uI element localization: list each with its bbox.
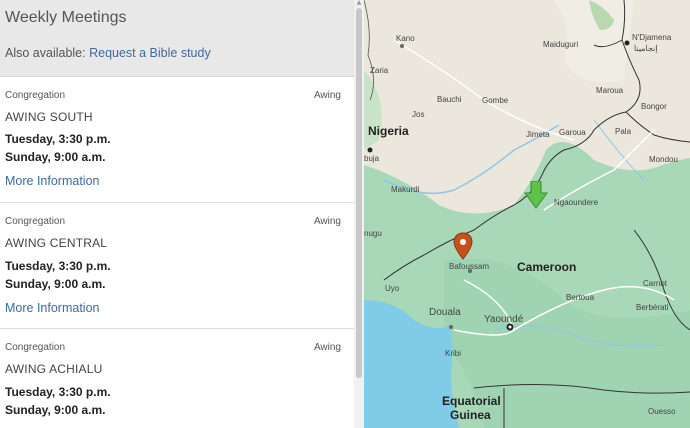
also-available-label: Also available:	[5, 46, 86, 60]
map-label: Bongor	[641, 102, 667, 111]
map-label: Maiduguri	[543, 40, 579, 49]
meeting-time: Tuesday, 3:30 p.m.	[5, 259, 111, 273]
map-label: Douala	[429, 307, 461, 318]
congregation-name: AWING ACHIALU	[5, 362, 103, 376]
meeting-time: Sunday, 9:00 a.m.	[5, 277, 106, 291]
map-label: N'Djamena	[632, 33, 672, 42]
map-label: Bauchi	[437, 95, 462, 104]
map-label: Gombe	[482, 96, 509, 105]
map-label: Berbérati	[636, 303, 669, 312]
map-pin-icon[interactable]	[453, 232, 473, 260]
map-label-country: Equatorial	[442, 394, 501, 408]
page-title: Weekly Meetings	[5, 9, 127, 26]
map-label: buja	[364, 154, 380, 163]
congregation-type: Congregation	[5, 90, 66, 101]
more-information-link[interactable]: More Information	[5, 301, 99, 315]
congregation-language: Awing	[313, 216, 341, 227]
meetings-panel: Weekly Meetings Also available: Request …	[0, 0, 354, 428]
map-label: Jimeta	[526, 130, 550, 139]
map-label: Bafoussam	[449, 262, 490, 271]
map-label: Kano	[396, 34, 415, 43]
map-label: nugu	[364, 229, 382, 238]
meeting-time: Tuesday, 3:30 p.m.	[5, 385, 111, 399]
meeting-time: Sunday, 9:00 a.m.	[5, 150, 106, 164]
map-label: Jos	[412, 110, 425, 119]
more-information-link[interactable]: More Information	[5, 174, 99, 188]
map-label-country: Nigeria	[368, 124, 409, 138]
map-label: Maroua	[596, 86, 624, 95]
map-label: Uyo	[385, 284, 400, 293]
congregation-language: Awing	[313, 342, 341, 353]
map-label: Kribi	[445, 349, 462, 358]
panel-header: Weekly Meetings Also available: Request …	[0, 0, 354, 77]
congregation-type: Congregation	[5, 342, 66, 353]
map-label: Pala	[615, 127, 632, 136]
meeting-time: Tuesday, 3:30 p.m.	[5, 132, 111, 146]
map-label: Yaoundé	[484, 314, 524, 325]
scrollbar-thumb[interactable]	[356, 8, 362, 378]
congregation-card[interactable]: Congregation Awing AWING SOUTH Tuesday, …	[0, 77, 354, 203]
request-bible-study-link[interactable]: Request a Bible study	[89, 46, 211, 60]
map-label: إنجامينا	[634, 44, 658, 53]
map-label: Ouesso	[648, 407, 676, 416]
map-label: Zaria	[370, 66, 389, 75]
map-label-country: Guinea	[450, 408, 491, 422]
map-label: Carnot	[643, 279, 668, 288]
meeting-time: Sunday, 9:00 a.m.	[5, 403, 106, 417]
map-canvas	[364, 0, 690, 428]
map[interactable]: Kano Maiduguri N'Djamena إنجامينا Zaria …	[364, 0, 690, 428]
congregation-card[interactable]: Congregation Awing AWING ACHIALU Tuesday…	[0, 329, 354, 428]
direction-arrow-icon[interactable]	[523, 181, 549, 209]
scrollbar[interactable]: ▲	[354, 0, 364, 428]
congregation-language: Awing	[313, 90, 341, 101]
map-label: Garoua	[559, 128, 586, 137]
congregation-name: AWING SOUTH	[5, 110, 93, 124]
map-label: Makurdi	[391, 185, 420, 194]
congregation-name: AWING CENTRAL	[5, 236, 108, 250]
congregation-type: Congregation	[5, 216, 66, 227]
map-label-country: Cameroon	[517, 260, 577, 274]
map-label: Bertoua	[566, 293, 595, 302]
also-available: Also available: Request a Bible study	[5, 46, 211, 60]
scroll-up-icon[interactable]: ▲	[356, 0, 362, 6]
map-label: Mondou	[649, 155, 678, 164]
map-label: Ngaoundere	[554, 198, 599, 207]
congregation-card[interactable]: Congregation Awing AWING CENTRAL Tuesday…	[0, 203, 354, 329]
